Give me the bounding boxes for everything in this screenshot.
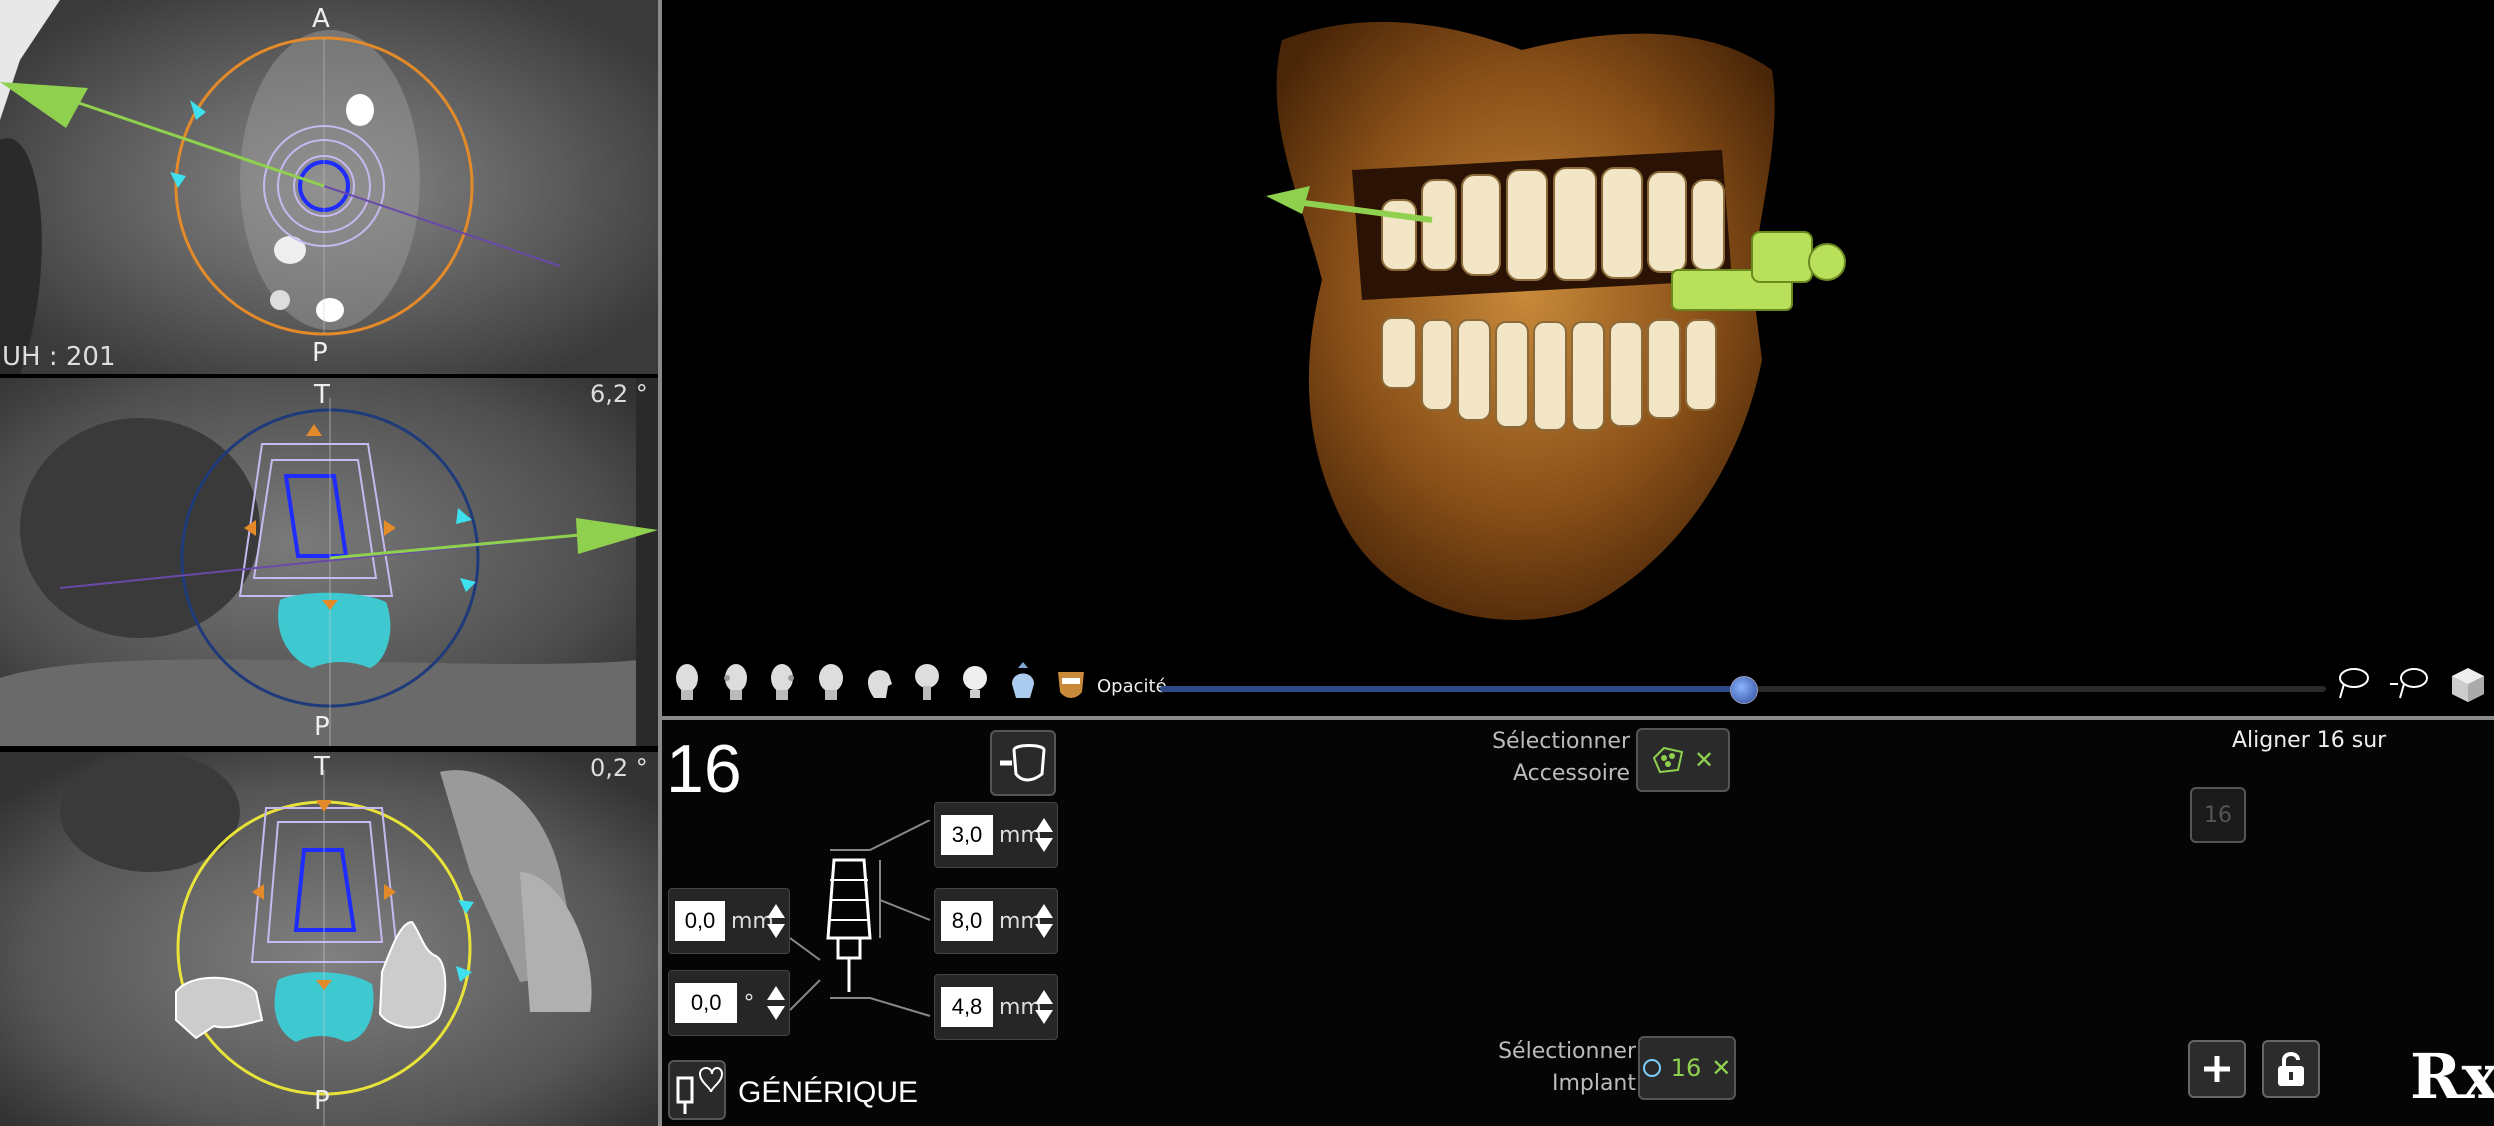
coronal-image: [0, 378, 658, 746]
length-input[interactable]: 8,0: [941, 901, 993, 941]
offset-input[interactable]: 0,0: [675, 901, 725, 941]
accessory-icon: [1652, 746, 1684, 774]
opacity-slider-fill: [1160, 686, 1743, 692]
coronal-angle: 6,2 °: [590, 380, 648, 408]
implant-select-label: Sélectionner Implant: [1440, 1036, 1636, 1100]
angle-input[interactable]: 0,0: [675, 983, 738, 1023]
implant-select-chip[interactable]: 16 ✕: [1638, 1036, 1736, 1100]
offset-unit: mm: [731, 908, 774, 934]
sagittal-top-label: T: [314, 752, 330, 782]
render-tools: [2332, 664, 2488, 704]
axial-view[interactable]: A P UH : 201: [0, 0, 658, 374]
implant-select-number: 16: [1670, 1054, 1702, 1082]
length-decrement[interactable]: [1035, 924, 1053, 938]
sagittal-image: [0, 752, 658, 1126]
accessory-label-line2: Accessoire: [1513, 761, 1630, 786]
head-right-icon[interactable]: [766, 662, 800, 702]
head-three-quarter-icon[interactable]: [814, 662, 848, 702]
add-button[interactable]: [2188, 1040, 2246, 1098]
implant-schematic-icon: [790, 820, 931, 1017]
accessory-label-line1: Sélectionner: [1492, 729, 1630, 754]
implant-select-line2: Implant: [1551, 1071, 1636, 1096]
coronal-top-label: T: [314, 380, 330, 410]
accessory-clear-icon[interactable]: ✕: [1694, 746, 1714, 774]
uh-readout: UH : 201: [2, 342, 116, 372]
axial-top-label: A: [312, 4, 330, 34]
axial-image: [0, 0, 658, 374]
offset-decrement[interactable]: [767, 924, 785, 938]
sagittal-bottom-label: P: [314, 1086, 330, 1116]
jaw-render-icon[interactable]: [1054, 662, 1088, 702]
sagittal-angle: 0,2 °: [590, 754, 648, 782]
implant-clear-icon[interactable]: ✕: [1711, 1054, 1731, 1082]
jaw-3d-render: [1266, 21, 1846, 620]
unlock-icon: [2278, 1052, 2304, 1086]
implant-heart-icon: [676, 1067, 724, 1114]
length-field: 8,0 mm: [934, 888, 1058, 954]
plus-icon: [2204, 1056, 2230, 1082]
angle-unit: °: [743, 990, 755, 1016]
view-preset-bar: [670, 662, 1088, 702]
align-title: Aligner 16 sur: [2232, 728, 2387, 753]
opacity-label: Opacité: [1097, 676, 1167, 697]
length-unit: mm: [999, 908, 1042, 934]
angle-increment[interactable]: [767, 986, 785, 1000]
top-offset-decrement[interactable]: [1035, 838, 1053, 852]
render-3d-view[interactable]: Opacité: [662, 0, 2494, 716]
tooth-number: 16: [666, 731, 742, 807]
angle-decrement[interactable]: [767, 1006, 785, 1020]
align-tooth-chip[interactable]: 16: [2190, 787, 2246, 843]
lasso-add-icon[interactable]: [2332, 664, 2372, 704]
implant-circle-icon: [1642, 1059, 1661, 1077]
diameter-input[interactable]: 4,8: [941, 987, 993, 1027]
top-offset-increment[interactable]: [1035, 818, 1053, 832]
cube-icon[interactable]: [2448, 664, 2488, 704]
top-offset-unit: mm: [999, 822, 1042, 848]
rx-logo: Rx: [2410, 1040, 2494, 1113]
angle-field: 0,0 °: [668, 970, 790, 1036]
diameter-field: 4,8 mm: [934, 974, 1058, 1040]
sagittal-view[interactable]: T P 0,2 °: [0, 752, 658, 1126]
length-increment[interactable]: [1035, 904, 1053, 918]
diameter-unit: mm: [999, 994, 1042, 1020]
axial-bottom-label: P: [312, 338, 328, 368]
tooth-crown-icon[interactable]: [1006, 662, 1040, 702]
remove-crown-button[interactable]: [990, 730, 1056, 796]
head-left-icon[interactable]: [718, 662, 752, 702]
accessory-label: Sélectionner Accessoire: [1440, 726, 1630, 790]
diameter-increment[interactable]: [1035, 990, 1053, 1004]
opacity-slider-knob[interactable]: [1730, 676, 1758, 704]
diameter-decrement[interactable]: [1035, 1010, 1053, 1024]
accessory-chip[interactable]: ✕: [1636, 728, 1730, 792]
implant-select-line1: Sélectionner: [1498, 1039, 1636, 1064]
opacity-slider[interactable]: [1160, 676, 2326, 704]
top-offset-field: 3,0 mm: [934, 802, 1058, 868]
crown-minus-icon: [1000, 744, 1046, 782]
implant-library-button[interactable]: [668, 1060, 726, 1120]
lock-button[interactable]: [2262, 1040, 2320, 1098]
head-front-icon[interactable]: [670, 662, 704, 702]
library-label: GÉNÉRIQUE: [738, 1076, 919, 1109]
coronal-view[interactable]: T P 6,2 °: [0, 378, 658, 746]
skull-top-icon[interactable]: [910, 662, 944, 702]
lasso-remove-icon[interactable]: [2390, 664, 2430, 704]
top-offset-input[interactable]: 3,0: [941, 815, 993, 855]
offset-increment[interactable]: [767, 904, 785, 918]
offset-field: 0,0 mm: [668, 888, 790, 954]
bulb-icon[interactable]: [958, 662, 992, 702]
coronal-bottom-label: P: [314, 712, 330, 742]
head-profile-icon[interactable]: [862, 662, 896, 702]
